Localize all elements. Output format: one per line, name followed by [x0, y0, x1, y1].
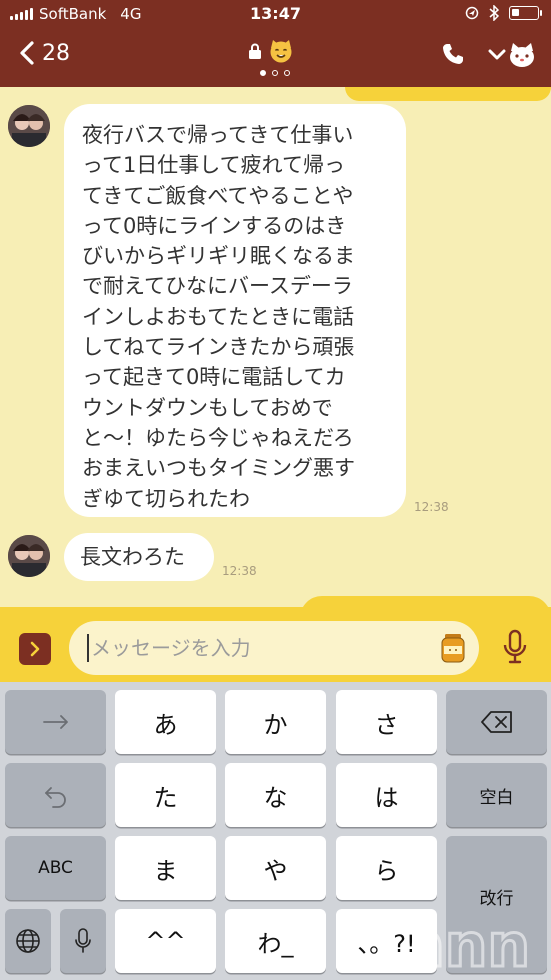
message-line: 長文わろた — [80, 545, 185, 569]
cat-menu-icon — [510, 43, 534, 67]
location-icon — [465, 6, 479, 20]
watermark-logo: nnn — [401, 910, 532, 976]
key-a[interactable]: あ — [115, 690, 216, 754]
chat-title[interactable] — [248, 38, 294, 64]
text-caret — [87, 634, 89, 662]
message-input[interactable] — [91, 631, 421, 665]
chat-area[interactable]: 夜行バスで帰ってきて仕事い って1日仕事して疲れて帰っ てきてご飯食べてやること… — [0, 87, 551, 607]
backspace-icon — [480, 711, 512, 733]
key-globe[interactable] — [5, 909, 51, 973]
message-line: おまえいつもタイミング悪す — [82, 456, 355, 481]
avatar-photo — [8, 535, 50, 577]
key-ta[interactable]: た — [115, 763, 216, 827]
status-bar: SoftBank 4G 13:47 — [0, 0, 551, 28]
chat-header: 28 — [0, 28, 551, 87]
undo-icon — [44, 787, 66, 808]
avatar[interactable] — [8, 105, 50, 147]
bluetooth-icon — [489, 5, 499, 21]
key-space-label: 空白 — [479, 787, 514, 808]
composer-bar — [0, 607, 551, 682]
key-wa[interactable]: わ_ — [225, 909, 326, 973]
key-ya[interactable]: や — [225, 836, 326, 900]
avatar[interactable] — [8, 535, 50, 577]
key-ma[interactable]: ま — [115, 836, 216, 900]
unread-count: 28 — [42, 40, 70, 66]
message-line: って0時にラインするのはき — [82, 213, 347, 238]
message-line: で耐えてひなにバースデーラ — [82, 274, 353, 299]
key-emoticon[interactable]: ^^ — [115, 909, 216, 973]
message-line: してねてラインきたから頑張 — [82, 335, 355, 360]
message-timestamp: 12:38 — [414, 500, 449, 514]
chevron-down-icon — [488, 49, 506, 60]
message-timestamp: 12:38 — [222, 564, 257, 578]
expand-button[interactable] — [19, 633, 51, 665]
back-button[interactable]: 28 — [18, 40, 70, 66]
key-ra[interactable]: ら — [336, 836, 437, 900]
top-bar: SoftBank 4G 13:47 28 — [0, 0, 551, 87]
avatar-photo — [8, 105, 50, 147]
key-next[interactable] — [5, 690, 106, 754]
lock-icon — [249, 43, 261, 59]
chevron-left-icon — [20, 41, 34, 65]
key-na[interactable]: な — [225, 763, 326, 827]
key-backspace[interactable] — [446, 690, 547, 754]
message-field[interactable] — [69, 621, 479, 675]
key-undo[interactable] — [5, 763, 106, 827]
key-sa[interactable]: さ — [336, 690, 437, 754]
key-abc[interactable]: ABC — [5, 836, 106, 900]
message-line: って起きて0時に電話してカ — [82, 365, 346, 390]
message-line: 夜行バスで帰ってきて仕事い — [82, 123, 354, 147]
cat-face-icon — [270, 40, 292, 63]
message-bubble[interactable]: 長文わろた — [64, 533, 214, 581]
message-line: てきてご飯食べてやることや — [82, 183, 354, 208]
microphone-icon[interactable] — [502, 629, 528, 665]
battery-icon — [509, 6, 542, 20]
message-line: ぎゆて切られたわ — [82, 486, 250, 511]
message-line: びいからギリギリ眠くなるま — [82, 244, 355, 269]
message-line: ウントダウンもしておめで — [82, 395, 333, 420]
previous-outgoing-bubble — [345, 87, 551, 101]
svg-text:nnn: nnn — [402, 911, 530, 976]
menu-button[interactable] — [488, 42, 536, 68]
message-line: って1日仕事して疲れて帰っ — [82, 153, 346, 178]
page-dot — [284, 70, 290, 76]
sticker-icon[interactable] — [441, 633, 465, 663]
key-space[interactable]: 空白 — [446, 763, 547, 827]
expand-icon — [30, 641, 40, 657]
key-abc-label: ABC — [38, 858, 73, 878]
message-bubble[interactable]: 夜行バスで帰ってきて仕事い って1日仕事して疲れて帰っ てきてご飯食べてやること… — [64, 104, 406, 517]
key-dictation[interactable] — [60, 909, 106, 973]
page-indicator — [260, 70, 290, 76]
page-dot — [272, 70, 278, 76]
keyboard-mic-icon — [75, 928, 91, 953]
globe-icon — [16, 929, 40, 953]
page-dot-active — [260, 70, 266, 76]
message-line: と〜！ゆたら今じゃねえだろ — [82, 425, 354, 450]
arrow-right-icon — [42, 715, 68, 729]
key-ka[interactable]: か — [225, 690, 326, 754]
message-line: インしよおもてたときに電話 — [82, 304, 355, 329]
key-return-label: 改行 — [479, 889, 514, 909]
phone-icon[interactable] — [441, 42, 465, 66]
key-ha[interactable]: は — [336, 763, 437, 827]
